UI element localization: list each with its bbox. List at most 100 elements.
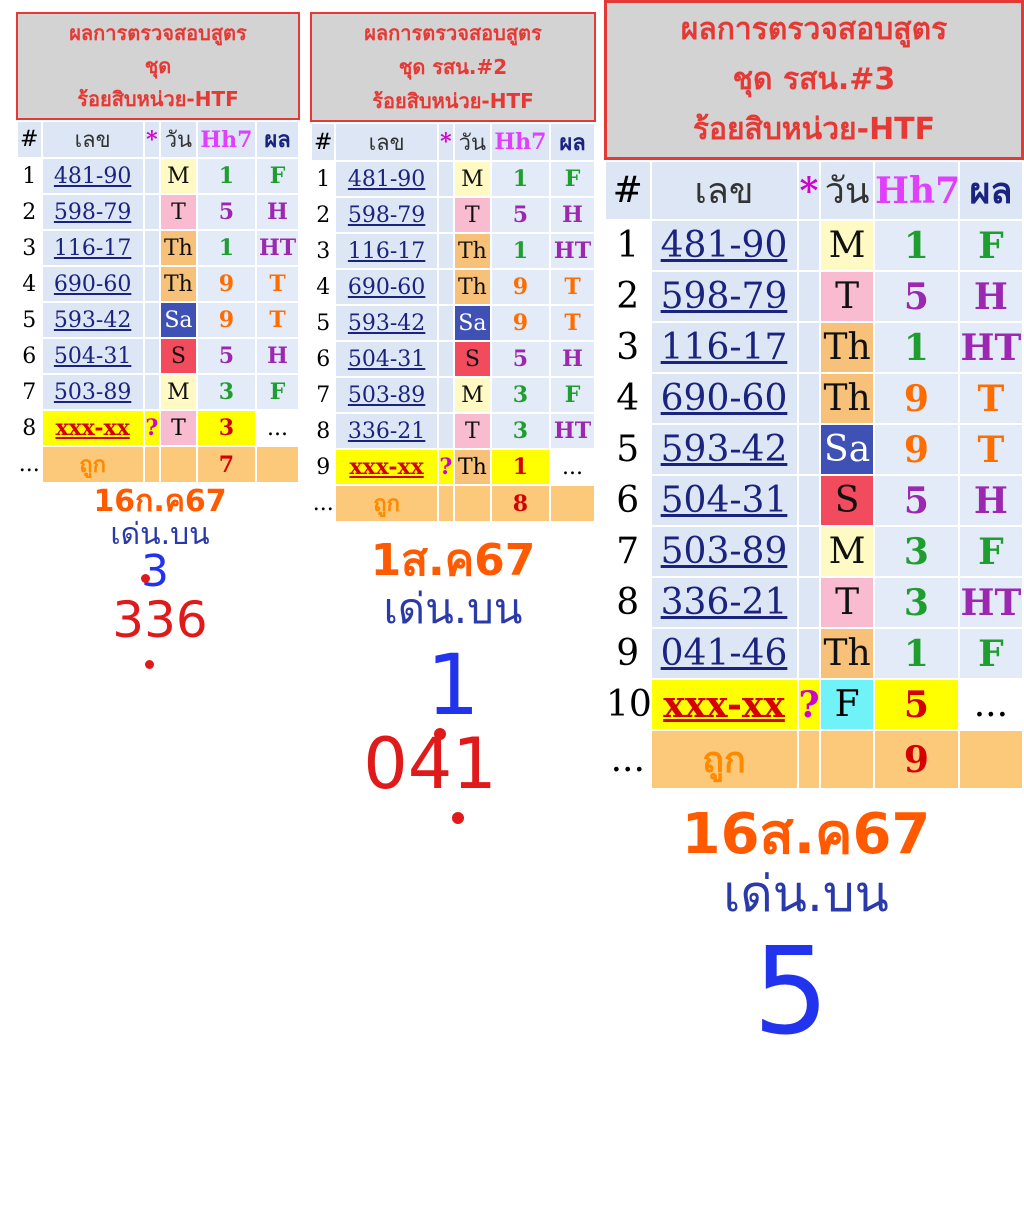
code-link[interactable]: 481-90 bbox=[54, 164, 131, 189]
row-code: 598-79 bbox=[651, 272, 797, 321]
code-link[interactable]: 503-89 bbox=[54, 380, 131, 405]
row-code: 116-17 bbox=[336, 234, 437, 268]
code-link[interactable]: 481-90 bbox=[661, 225, 788, 266]
row-star bbox=[438, 198, 453, 232]
table-row: 4 690-60 Th 9 T bbox=[606, 374, 1022, 423]
row-code: 598-79 bbox=[42, 195, 143, 229]
row-day: Th bbox=[455, 270, 490, 304]
row-star bbox=[798, 578, 820, 627]
pending-code[interactable]: xxx-xx bbox=[55, 415, 129, 441]
header-num: # bbox=[18, 122, 41, 157]
row-number: 3 bbox=[18, 231, 41, 265]
table-row: 1 481-90 M 1 F bbox=[18, 159, 298, 193]
code-link[interactable]: 336-21 bbox=[348, 419, 425, 444]
table-row: 7 503-89 M 3 F bbox=[18, 375, 298, 409]
code-link[interactable]: 598-79 bbox=[661, 276, 788, 317]
pending-code[interactable]: xxx-xx bbox=[663, 684, 785, 726]
row-result: F bbox=[959, 527, 1022, 576]
row-code: 690-60 bbox=[42, 267, 143, 301]
row-star bbox=[798, 221, 820, 270]
table-row: 5 593-42 Sa 9 T bbox=[312, 306, 594, 340]
header-num: # bbox=[312, 124, 335, 160]
code-link[interactable]: 690-60 bbox=[348, 275, 425, 300]
draw-kind: เด่น.บน bbox=[383, 584, 523, 633]
code-link[interactable]: 598-79 bbox=[54, 200, 131, 225]
row-star bbox=[798, 374, 820, 423]
row-hh7: 3 bbox=[197, 411, 256, 445]
code-link[interactable]: 336-21 bbox=[661, 582, 788, 623]
code-link[interactable]: 503-89 bbox=[348, 383, 425, 408]
row-question: ? bbox=[144, 411, 160, 445]
title-line: ชุด รสน.#3 bbox=[732, 62, 896, 97]
row-star bbox=[144, 303, 160, 337]
code-link[interactable]: 116-17 bbox=[661, 327, 788, 368]
row-day bbox=[821, 731, 873, 788]
row-hh7: 5 bbox=[197, 339, 256, 373]
row-day: F bbox=[821, 680, 873, 729]
pending-code[interactable]: xxx-xx bbox=[349, 454, 423, 480]
row-hh7: 3 bbox=[491, 414, 550, 448]
code-link[interactable]: 116-17 bbox=[348, 239, 425, 264]
caption-set-3: 16ส.ค67 เด่น.บน 5 bbox=[604, 804, 1008, 1058]
row-hh7: 9 bbox=[491, 306, 550, 340]
code-link[interactable]: 503-89 bbox=[661, 531, 788, 572]
row-result: HT bbox=[959, 323, 1022, 372]
code-link[interactable]: 593-42 bbox=[661, 429, 788, 470]
row-number: ... bbox=[18, 447, 41, 482]
row-day: Th bbox=[161, 231, 196, 265]
row-number: ... bbox=[312, 486, 335, 521]
code-link[interactable]: 690-60 bbox=[54, 272, 131, 297]
table-row: 6 504-31 S 5 H bbox=[18, 339, 298, 373]
row-result: F bbox=[257, 375, 298, 409]
row-number: 8 bbox=[606, 578, 650, 627]
row-hh7: 1 bbox=[491, 162, 550, 196]
row-code: 690-60 bbox=[336, 270, 437, 304]
code-link[interactable]: 690-60 bbox=[661, 378, 788, 419]
row-hh7: 1 bbox=[491, 234, 550, 268]
code-link[interactable]: 504-31 bbox=[348, 347, 425, 372]
table-row: 8 336-21 T 3 HT bbox=[312, 414, 594, 448]
row-day: Th bbox=[455, 450, 490, 484]
row-hh7: 3 bbox=[197, 375, 256, 409]
draw-date: 16ส.ค67 bbox=[681, 802, 931, 867]
row-star bbox=[438, 162, 453, 196]
row-code: 116-17 bbox=[651, 323, 797, 372]
row-day: M bbox=[455, 378, 490, 412]
code-link[interactable]: 504-31 bbox=[54, 344, 131, 369]
row-result: T bbox=[959, 425, 1022, 474]
row-number: 4 bbox=[312, 270, 335, 304]
code-link[interactable]: 593-42 bbox=[348, 311, 425, 336]
code-link[interactable]: 041-46 bbox=[661, 633, 788, 674]
row-code: 041-46 bbox=[651, 629, 797, 678]
panel-1-title: ผลการตรวจสอบสูตร ชุด ร้อยสิบหน่วย-HTF bbox=[16, 12, 300, 120]
table-row: ... ถูก 9 bbox=[606, 731, 1022, 788]
row-number: 5 bbox=[606, 425, 650, 474]
code-link[interactable]: 593-42 bbox=[54, 308, 131, 333]
results-table-2: # เลข * วัน Hh7 ผล 1 481-90 M 1 F 2 598-79 T 5 H 3 116-17… bbox=[310, 122, 596, 523]
row-result bbox=[959, 731, 1022, 788]
row-star bbox=[798, 476, 820, 525]
code-link[interactable]: 598-79 bbox=[348, 203, 425, 228]
row-star bbox=[798, 323, 820, 372]
row-number: 4 bbox=[18, 267, 41, 301]
row-hh7: 5 bbox=[874, 680, 958, 729]
row-number: 9 bbox=[312, 450, 335, 484]
row-star bbox=[798, 731, 820, 788]
highlight-dot bbox=[145, 660, 154, 669]
header-hh7: Hh7 bbox=[491, 124, 550, 160]
table-header: # เลข * วัน Hh7 ผล bbox=[312, 124, 594, 160]
row-day: T bbox=[455, 198, 490, 232]
header-wan: วัน bbox=[821, 162, 873, 219]
code-link[interactable]: 481-90 bbox=[348, 167, 425, 192]
row-number: 1 bbox=[606, 221, 650, 270]
row-star bbox=[144, 159, 160, 193]
code-link[interactable]: 116-17 bbox=[54, 236, 131, 261]
row-hh7: 5 bbox=[197, 195, 256, 229]
row-day: M bbox=[161, 375, 196, 409]
code-link[interactable]: 504-31 bbox=[661, 480, 788, 521]
row-day: T bbox=[821, 578, 873, 627]
row-number: 9 bbox=[606, 629, 650, 678]
row-star bbox=[438, 414, 453, 448]
row-day bbox=[161, 447, 196, 482]
header-phon: ผล bbox=[551, 124, 594, 160]
